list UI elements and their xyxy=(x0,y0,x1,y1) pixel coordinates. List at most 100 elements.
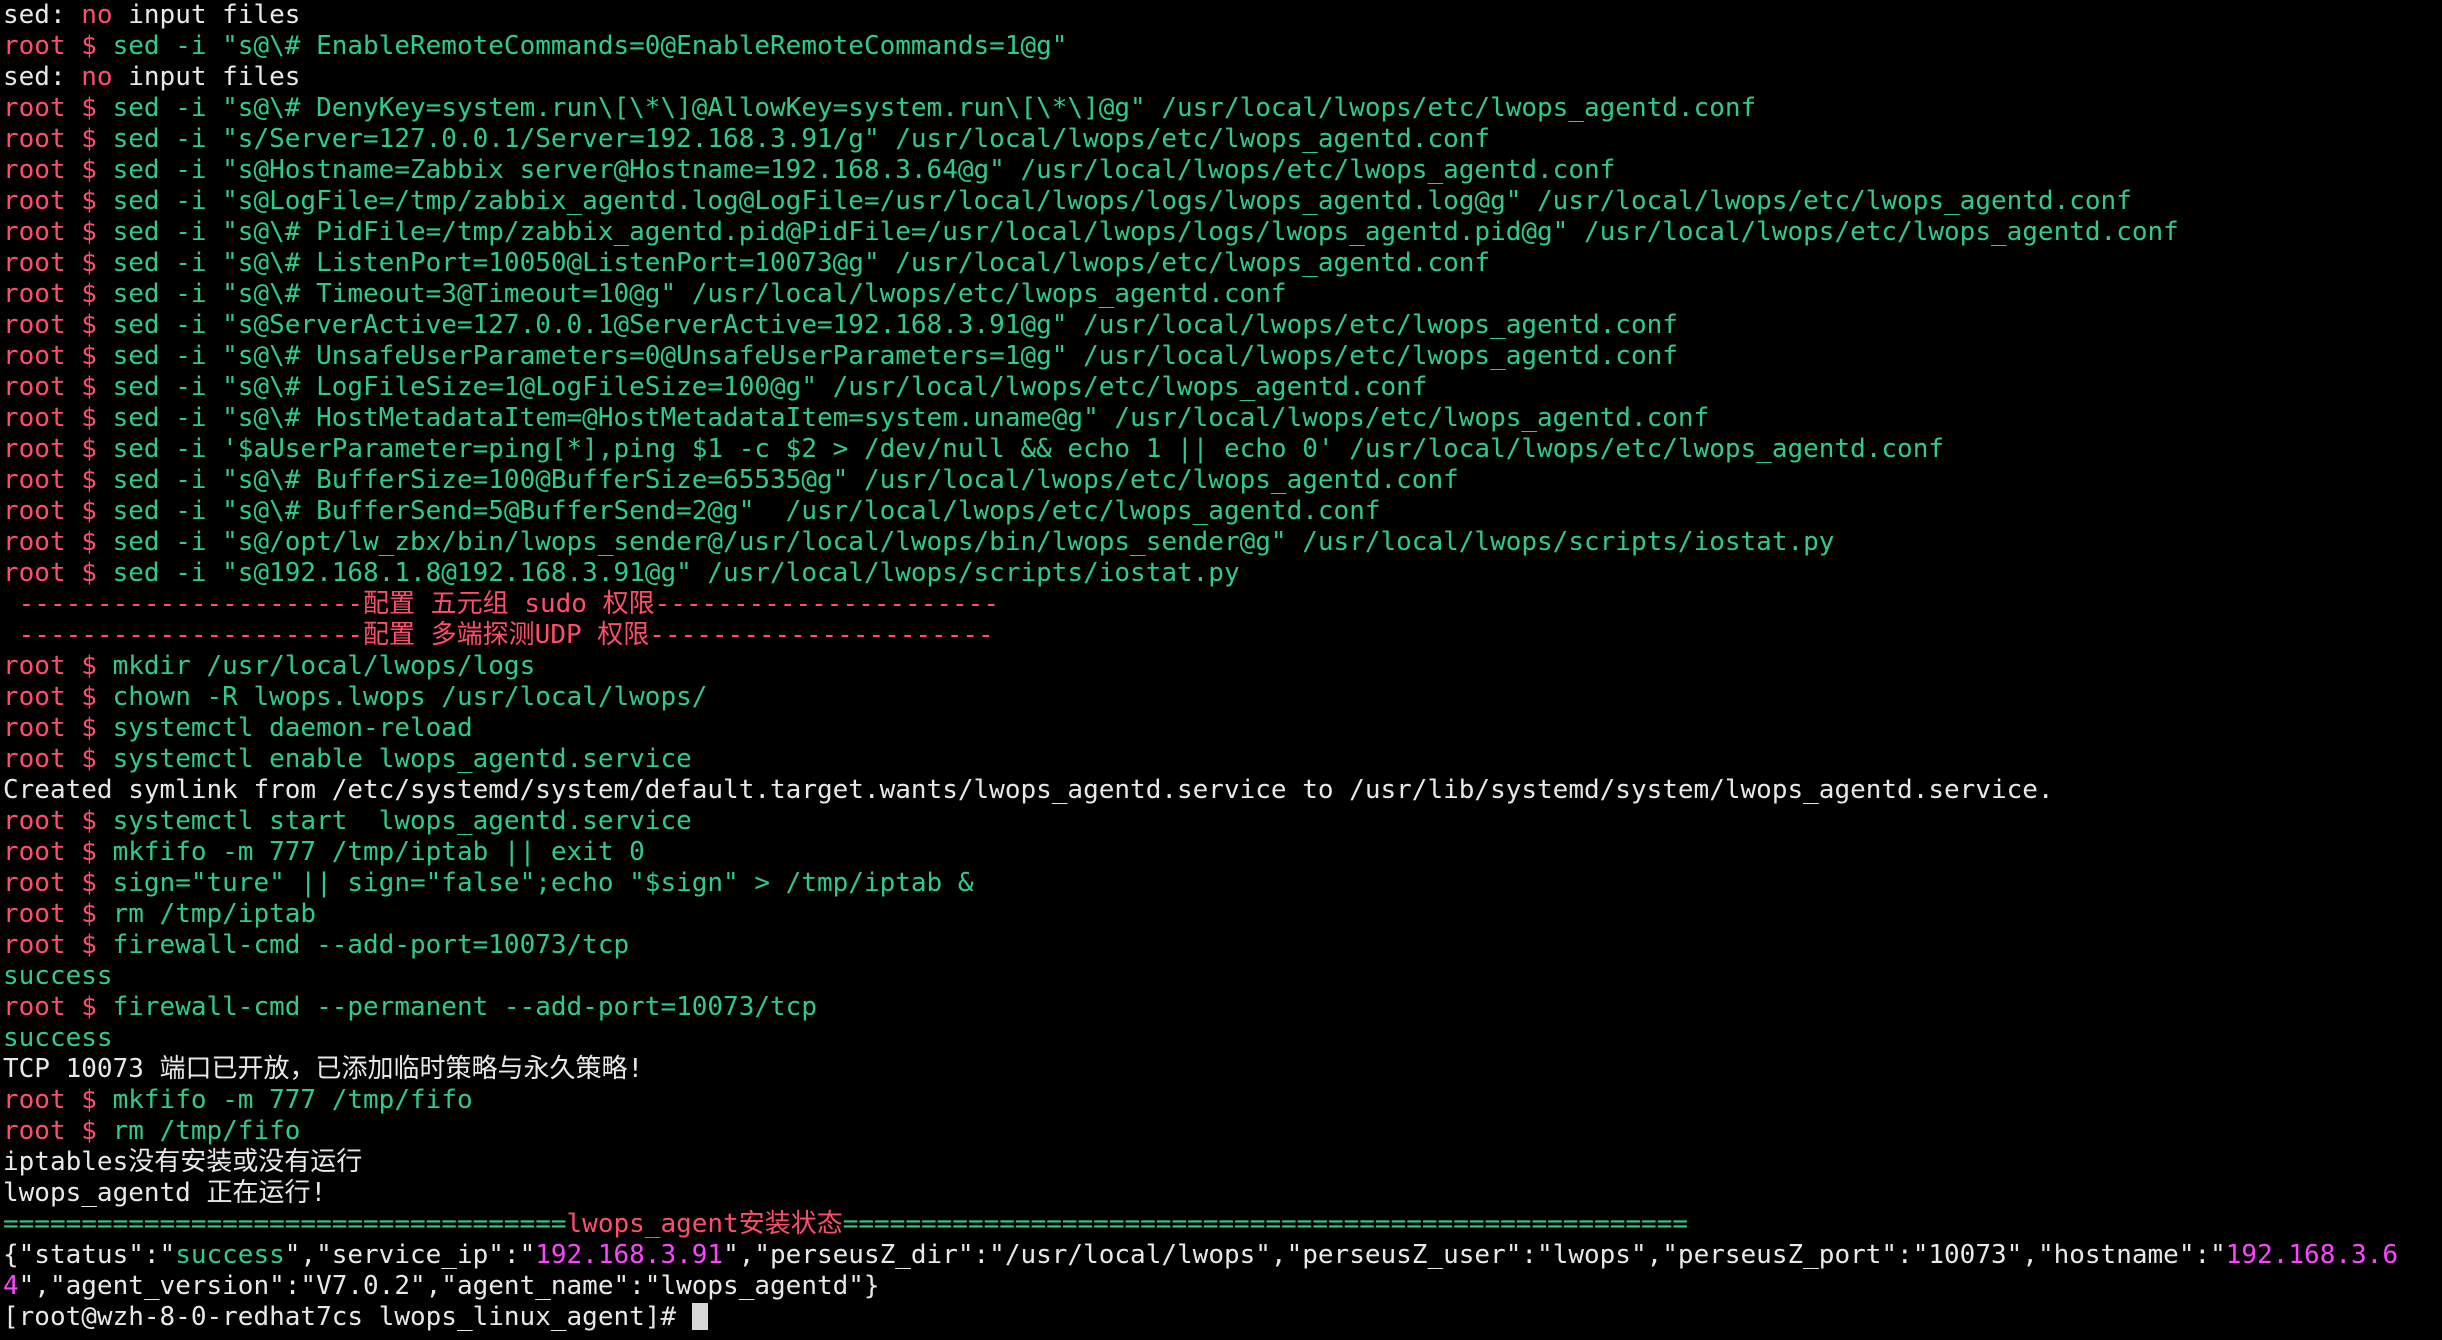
terminal-line: lwops_agentd 正在运行! xyxy=(3,1178,2442,1209)
terminal-line: root $ rm /tmp/iptab xyxy=(3,899,2442,930)
terminal-text-segment: ","perseusZ_dir":"/usr/local/lwops","per… xyxy=(723,1240,2226,1270)
terminal-text-segment: input files xyxy=(112,0,301,30)
terminal-text-segment: root $ xyxy=(3,124,113,154)
terminal-text-segment: sed -i "s@\# EnableRemoteCommands=0@Enab… xyxy=(112,31,1068,61)
terminal-text-segment: success xyxy=(175,1240,285,1270)
terminal-text-segment: systemctl start lwops_agentd.service xyxy=(112,806,692,836)
terminal-line: root $ sed -i "s@\# LogFileSize=1@LogFil… xyxy=(3,372,2442,403)
terminal-text-segment: no xyxy=(81,0,113,30)
terminal-text-segment: sed -i "s@Hostname=Zabbix server@Hostnam… xyxy=(112,155,1616,185)
terminal-text-segment: sed -i "s@\# LogFileSize=1@LogFileSize=1… xyxy=(112,372,1428,402)
terminal-text-segment: no xyxy=(81,62,113,92)
terminal-text-segment: root $ xyxy=(3,155,113,185)
terminal-text-segment: systemctl enable lwops_agentd.service xyxy=(112,744,692,774)
terminal-line: root $ sed -i "s@\# UnsafeUserParameters… xyxy=(3,341,2442,372)
terminal-line: root $ sed -i "s@\# ListenPort=10050@Lis… xyxy=(3,248,2442,279)
terminal-text-segment: root $ xyxy=(3,682,113,712)
terminal-text-segment: ----------------------配置 五元组 sudo 权限----… xyxy=(3,589,999,619)
terminal-text-segment: success xyxy=(3,961,113,991)
terminal-text-segment: iptables没有安装或没有运行 xyxy=(3,1147,363,1177)
terminal-text-segment: root $ xyxy=(3,930,113,960)
terminal-text-segment: systemctl daemon-reload xyxy=(112,713,473,743)
terminal-line: root $ sed -i "s@\# BufferSize=100@Buffe… xyxy=(3,465,2442,496)
terminal-text-segment: root $ xyxy=(3,403,113,433)
terminal-text-segment: sed -i "s@\# DenyKey=system.run\[\*\]@Al… xyxy=(112,93,1757,123)
terminal-text-segment: root $ xyxy=(3,713,113,743)
terminal-text-segment: ----------------------配置 多端探测UDP 权限-----… xyxy=(3,620,994,650)
terminal-text-segment: sed -i "s@LogFile=/tmp/zabbix_agentd.log… xyxy=(112,186,2132,216)
terminal-text-segment: lwops_agentd 正在运行! xyxy=(3,1178,327,1208)
terminal-text-segment: sed -i "s@192.168.1.8@192.168.3.91@g" /u… xyxy=(112,558,1240,588)
terminal-line: root $ systemctl start lwops_agentd.serv… xyxy=(3,806,2442,837)
terminal-line: sed: no input files xyxy=(3,0,2442,31)
terminal-line: root $ firewall-cmd --permanent --add-po… xyxy=(3,992,2442,1023)
terminal-text-segment: root $ xyxy=(3,31,113,61)
terminal-text-segment: lwops_agent安装状态 xyxy=(566,1209,843,1239)
terminal-text-segment: rm /tmp/iptab xyxy=(112,899,317,929)
terminal-text-segment: sed: xyxy=(3,62,82,92)
terminal-text-segment: ========================================… xyxy=(842,1209,1688,1239)
terminal-text-segment: success xyxy=(3,1023,113,1053)
terminal-text-segment: mkfifo -m 777 /tmp/fifo xyxy=(112,1085,473,1115)
terminal-text-segment: sed -i '$aUserParameter=ping[*],ping $1 … xyxy=(112,434,1945,464)
terminal-line: root $ sed -i "s@\# DenyKey=system.run\[… xyxy=(3,93,2442,124)
terminal-text-segment: root $ xyxy=(3,1085,113,1115)
terminal-text-segment: {"status":" xyxy=(3,1240,176,1270)
terminal-line: {"status":"success","service_ip":"192.16… xyxy=(3,1240,2442,1302)
terminal-text-segment: root $ xyxy=(3,527,113,557)
terminal-text-segment: firewall-cmd --permanent --add-port=1007… xyxy=(112,992,817,1022)
terminal-line: root $ sed -i "s/Server=127.0.0.1/Server… xyxy=(3,124,2442,155)
terminal-text-segment: root $ xyxy=(3,372,113,402)
terminal-line: sed: no input files xyxy=(3,62,2442,93)
terminal-text-segment: 192.168.3.91 xyxy=(535,1240,724,1270)
terminal-text-segment: sed -i "s@ServerActive=127.0.0.1@ServerA… xyxy=(112,310,1678,340)
terminal-text-segment: sed: xyxy=(3,0,82,30)
terminal-text-segment: rm /tmp/fifo xyxy=(112,1116,301,1146)
terminal-line: root $ systemctl enable lwops_agentd.ser… xyxy=(3,744,2442,775)
terminal-text-segment: root $ xyxy=(3,186,113,216)
terminal-text-segment: root $ xyxy=(3,465,113,495)
terminal-text-segment: root $ xyxy=(3,744,113,774)
terminal-text-segment: mkfifo -m 777 /tmp/iptab || exit 0 xyxy=(112,837,645,867)
terminal-line: root $ sign="ture" || sign="false";echo … xyxy=(3,868,2442,899)
terminal-line: ----------------------配置 多端探测UDP 权限-----… xyxy=(3,620,2442,651)
terminal-text-segment: Created symlink from /etc/systemd/system… xyxy=(3,775,2054,805)
terminal-line: root $ sed -i "s@Hostname=Zabbix server@… xyxy=(3,155,2442,186)
terminal-text-segment: mkdir /usr/local/lwops/logs xyxy=(112,651,536,681)
terminal-text-segment: sed -i "s@\# HostMetadataItem=@HostMetad… xyxy=(112,403,1710,433)
terminal-text-segment: root $ xyxy=(3,93,113,123)
terminal-text-segment: root $ xyxy=(3,558,113,588)
terminal-window[interactable]: sed: no input files root $ sed -i "s@\# E… xyxy=(0,0,2442,1340)
terminal-text-segment: sed -i "s@\# BufferSize=100@BufferSize=6… xyxy=(112,465,1459,495)
terminal-text-segment: firewall-cmd --add-port=10073/tcp xyxy=(112,930,630,960)
terminal-line: success xyxy=(3,961,2442,992)
terminal-line: root $ mkfifo -m 777 /tmp/fifo xyxy=(3,1085,2442,1116)
terminal-text-segment: root $ xyxy=(3,341,113,371)
terminal-line: root $ systemctl daemon-reload xyxy=(3,713,2442,744)
terminal-text-segment: sed -i "s@\# PidFile=/tmp/zabbix_agentd.… xyxy=(112,217,2179,247)
terminal-text-segment: input files xyxy=(112,62,301,92)
terminal-line: root $ firewall-cmd --add-port=10073/tcp xyxy=(3,930,2442,961)
terminal-text-segment: sed -i "s@\# BufferSend=5@BufferSend=2@g… xyxy=(112,496,1381,526)
terminal-text-segment: sed -i "s@\# ListenPort=10050@ListenPort… xyxy=(112,248,1491,278)
terminal-text-segment: TCP 10073 端口已开放，已添加临时策略与永久策略! xyxy=(3,1054,644,1084)
shell-prompt-line[interactable]: [root@wzh-8-0-redhat7cs lwops_linux_agen… xyxy=(3,1302,2442,1333)
terminal-text-segment: root $ xyxy=(3,248,113,278)
terminal-text-segment: root $ xyxy=(3,837,113,867)
terminal-text-segment: root $ xyxy=(3,992,113,1022)
terminal-line: root $ chown -R lwops.lwops /usr/local/l… xyxy=(3,682,2442,713)
terminal-line: Created symlink from /etc/systemd/system… xyxy=(3,775,2442,806)
terminal-text-segment: root $ xyxy=(3,868,113,898)
terminal-output: sed: no input files root $ sed -i "s@\# E… xyxy=(3,0,2442,1302)
terminal-line: TCP 10073 端口已开放，已添加临时策略与永久策略! xyxy=(3,1054,2442,1085)
terminal-text-segment: root $ xyxy=(3,496,113,526)
terminal-text-segment: root $ xyxy=(3,279,113,309)
terminal-line: root $ sed -i "s@\# Timeout=3@Timeout=10… xyxy=(3,279,2442,310)
shell-prompt: [root@wzh-8-0-redhat7cs lwops_linux_agen… xyxy=(3,1302,692,1332)
terminal-line: root $ sed -i "s@\# HostMetadataItem=@Ho… xyxy=(3,403,2442,434)
terminal-line: success xyxy=(3,1023,2442,1054)
terminal-text-segment: root $ xyxy=(3,899,113,929)
terminal-line: root $ sed -i "s@\# PidFile=/tmp/zabbix_… xyxy=(3,217,2442,248)
terminal-line: root $ sed -i "s@192.168.1.8@192.168.3.9… xyxy=(3,558,2442,589)
terminal-text-segment: sed -i "s@\# Timeout=3@Timeout=10@g" /us… xyxy=(112,279,1287,309)
